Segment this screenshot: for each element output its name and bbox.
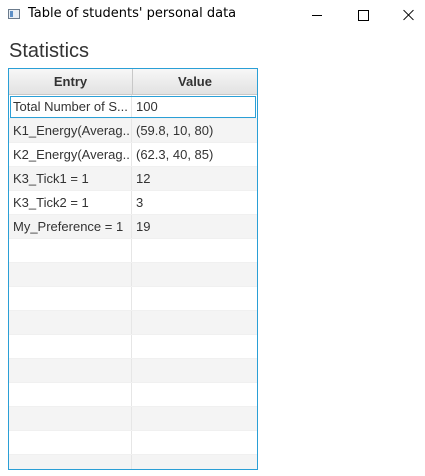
empty-row xyxy=(9,287,257,311)
value-cell: (59.8, 10, 80) xyxy=(136,123,214,138)
table-header: Entry Value xyxy=(9,69,257,95)
table-row[interactable]: K3_Tick1 = 1 12 xyxy=(9,167,257,191)
column-header-entry[interactable]: Entry xyxy=(9,69,133,94)
empty-row xyxy=(9,335,257,359)
empty-cell xyxy=(132,311,257,334)
empty-cell xyxy=(9,359,132,382)
empty-cell xyxy=(132,383,257,406)
empty-cell xyxy=(9,239,132,262)
table-row[interactable]: K1_Energy(Averag... (59.8, 10, 80) xyxy=(9,119,257,143)
table-body: Total Number of S... 100 K1_Energy(Avera… xyxy=(9,95,257,469)
empty-row xyxy=(9,455,257,469)
empty-cell xyxy=(9,287,132,310)
empty-cell xyxy=(132,335,257,358)
table-row[interactable]: K2_Energy(Averag... (62.3, 40, 85) xyxy=(9,143,257,167)
empty-cell xyxy=(132,431,257,454)
close-button[interactable] xyxy=(386,0,425,30)
entry-cell: K3_Tick2 = 1 xyxy=(9,191,132,214)
empty-cell xyxy=(9,383,132,406)
window-title: Table of students' personal data xyxy=(28,6,237,21)
empty-row xyxy=(9,263,257,287)
column-header-value[interactable]: Value xyxy=(133,69,257,94)
maximize-button[interactable] xyxy=(340,0,386,30)
empty-cell xyxy=(9,407,132,430)
empty-cell xyxy=(9,455,132,469)
statistics-table[interactable]: Entry Value Total Number of S... 100 K1_… xyxy=(8,68,258,470)
empty-row xyxy=(9,431,257,455)
app-icon xyxy=(8,9,20,19)
value-cell: 19 xyxy=(136,219,151,234)
empty-row xyxy=(9,407,257,431)
entry-cell: K3_Tick1 = 1 xyxy=(9,167,132,190)
empty-cell xyxy=(9,263,132,286)
empty-row xyxy=(9,383,257,407)
empty-cell xyxy=(132,287,257,310)
value-cell: 100 xyxy=(136,99,158,114)
empty-cell xyxy=(132,239,257,262)
value-cell: (62.3, 40, 85) xyxy=(136,147,214,162)
maximize-icon xyxy=(357,9,369,21)
empty-cell xyxy=(9,335,132,358)
minimize-button[interactable] xyxy=(294,0,340,30)
entry-cell: K2_Energy(Averag... xyxy=(9,143,132,166)
empty-cell xyxy=(132,359,257,382)
empty-cell xyxy=(132,455,257,469)
empty-cell xyxy=(132,407,257,430)
empty-cell xyxy=(9,311,132,334)
entry-cell: K1_Energy(Averag... xyxy=(9,119,132,142)
table-row[interactable]: Total Number of S... 100 xyxy=(9,95,257,119)
empty-row xyxy=(9,239,257,263)
value-cell: 3 xyxy=(136,195,144,210)
close-icon xyxy=(403,9,415,21)
table-row[interactable]: My_Preference = 1 19 xyxy=(9,215,257,239)
empty-row xyxy=(9,359,257,383)
empty-row xyxy=(9,311,257,335)
page-title: Statistics xyxy=(9,40,90,62)
entry-cell: Total Number of S... xyxy=(9,95,132,118)
entry-cell: My_Preference = 1 xyxy=(9,215,132,238)
empty-cell xyxy=(9,431,132,454)
title-bar[interactable]: Table of students' personal data xyxy=(0,0,425,30)
value-cell: 12 xyxy=(136,171,151,186)
minimize-icon xyxy=(312,14,322,16)
empty-cell xyxy=(132,263,257,286)
table-row[interactable]: K3_Tick2 = 1 3 xyxy=(9,191,257,215)
